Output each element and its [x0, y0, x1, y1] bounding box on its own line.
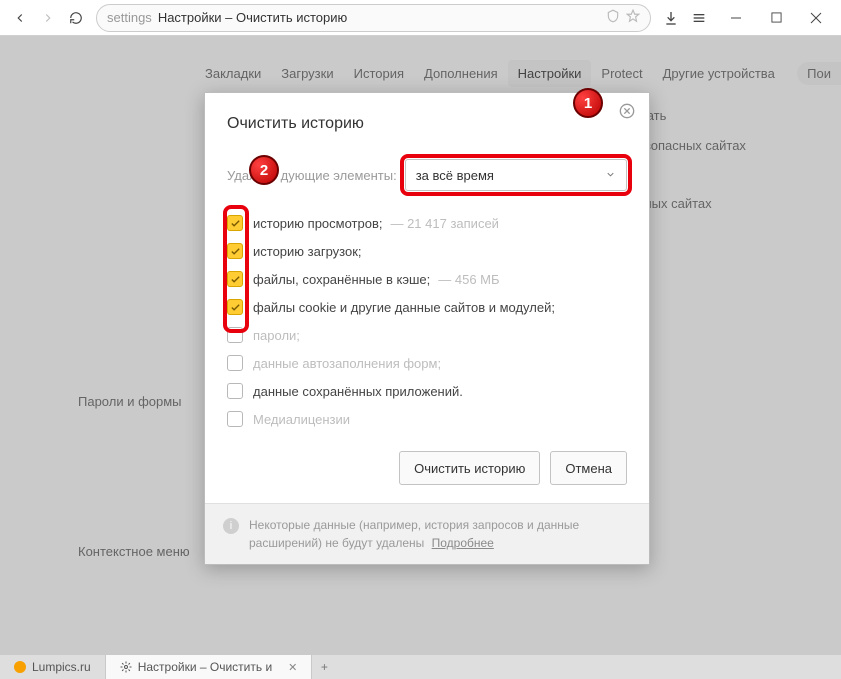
clear-button[interactable]: Очистить историю: [399, 451, 540, 485]
dialog-title: Очистить историю: [227, 115, 627, 133]
chk-download-history[interactable]: историю загрузок;: [227, 237, 627, 265]
checkbox-group: историю просмотров; — 21 417 записей ист…: [227, 209, 627, 433]
checkbox-icon: [227, 411, 243, 427]
taskbar: Lumpics.ru Настройки – Очистить и ✕ +: [0, 655, 841, 679]
star-icon[interactable]: [626, 9, 640, 26]
info-icon: i: [223, 518, 239, 534]
taskbar-tab-1[interactable]: Lumpics.ru: [0, 655, 106, 679]
checkbox-icon: [227, 271, 243, 287]
dialog-buttons: Очистить историю Отмена: [227, 451, 627, 485]
back-button[interactable]: [6, 4, 34, 32]
checkbox-icon: [227, 327, 243, 343]
checkbox-icon: [227, 243, 243, 259]
address-bar[interactable]: settings Настройки – Очистить историю: [96, 4, 651, 32]
shield-icon: [606, 9, 620, 26]
forward-button: [34, 4, 62, 32]
chk-media-licenses[interactable]: Медиалицензии: [227, 405, 627, 433]
cancel-button[interactable]: Отмена: [550, 451, 627, 485]
annotation-1: 1: [573, 88, 603, 118]
url-title: Настройки – Очистить историю: [158, 10, 347, 25]
time-range-label-right: дующие элементы:: [281, 168, 397, 183]
time-range-value: за всё время: [416, 168, 494, 183]
checkbox-icon: [227, 355, 243, 371]
dialog-footer: i Некоторые данные (например, история за…: [205, 503, 649, 564]
annotation-2: 2: [249, 155, 279, 185]
close-tab-icon[interactable]: ✕: [288, 661, 297, 674]
time-range-row: Удал 2 дующие элементы: за всё время: [227, 159, 627, 191]
checkbox-icon: [227, 215, 243, 231]
menu-icon[interactable]: [685, 4, 713, 32]
chk-cookies[interactable]: файлы cookie и другие данные сайтов и мо…: [227, 293, 627, 321]
taskbar-tab-2[interactable]: Настройки – Очистить и ✕: [106, 655, 313, 679]
minimize-button[interactable]: [717, 4, 755, 32]
chk-saved-apps[interactable]: данные сохранённых приложений.: [227, 377, 627, 405]
dialog-close-button[interactable]: [619, 103, 637, 121]
maximize-button[interactable]: [757, 4, 795, 32]
chk-browsing-history[interactable]: историю просмотров; — 21 417 записей: [227, 209, 627, 237]
chevron-down-icon: [605, 168, 616, 183]
chk-cached-files[interactable]: файлы, сохранённые в кэше; — 456 МБ: [227, 265, 627, 293]
gear-icon: [120, 661, 132, 673]
titlebar: settings Настройки – Очистить историю: [0, 0, 841, 36]
close-window-button[interactable]: [797, 4, 835, 32]
favicon-icon: [14, 661, 26, 673]
footer-link[interactable]: Подробнее: [432, 536, 494, 550]
chk-passwords[interactable]: пароли;: [227, 321, 627, 349]
clear-history-dialog: 1 Очистить историю Удал 2 дующие элемент…: [204, 92, 650, 565]
checkbox-icon: [227, 299, 243, 315]
chk-autofill[interactable]: данные автозаполнения форм;: [227, 349, 627, 377]
reload-button[interactable]: [62, 4, 90, 32]
downloads-icon[interactable]: [657, 4, 685, 32]
checkbox-icon: [227, 383, 243, 399]
new-tab-button[interactable]: +: [312, 655, 336, 679]
footer-text: Некоторые данные (например, история запр…: [249, 518, 579, 550]
time-range-select[interactable]: за всё время: [405, 159, 627, 191]
url-prefix: settings: [107, 10, 152, 25]
